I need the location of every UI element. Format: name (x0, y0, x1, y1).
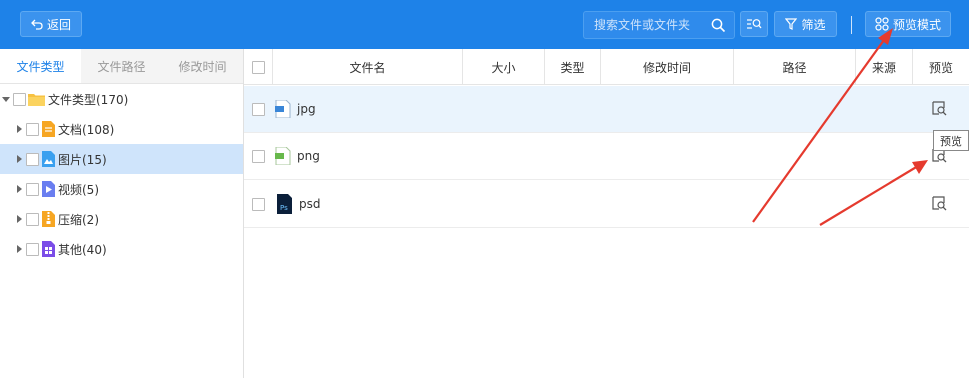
row-checkbox[interactable] (252, 197, 265, 211)
tree-item-images[interactable]: 图片(15) (0, 144, 243, 174)
tree-item-label: 文件类型(170) (48, 92, 129, 107)
column-header-path[interactable]: 路径 (734, 49, 856, 85)
tree-checkbox[interactable] (26, 212, 39, 226)
filter-icon (785, 18, 798, 30)
row-checkbox[interactable] (252, 149, 265, 163)
column-header-type[interactable]: 类型 (545, 49, 601, 85)
tab-file-type[interactable]: 文件类型 (0, 49, 81, 83)
image-icon (42, 151, 55, 167)
sidebar: 文件类型 文件路径 修改时间 文件类型(170) 文档(108) 图片(15) … (0, 49, 244, 378)
tree-item-documents[interactable]: 文档(108) (0, 114, 243, 144)
tree-item-videos[interactable]: 视频(5) (0, 174, 243, 204)
back-arrow-icon (31, 19, 43, 30)
search-icon[interactable] (711, 18, 726, 33)
tree-item-label: 压缩(2) (58, 212, 99, 227)
table-header: 文件名 大小 类型 修改时间 路径 来源 预览 (244, 49, 969, 85)
png-file-icon (275, 147, 291, 165)
tree-checkbox[interactable] (26, 182, 39, 196)
file-name: jpg (297, 102, 316, 116)
column-header-name[interactable]: 文件名 (273, 49, 463, 85)
tree-item-file-types[interactable]: 文件类型(170) (0, 84, 243, 114)
tree-checkbox[interactable] (26, 122, 39, 136)
tree-checkbox[interactable] (26, 242, 39, 256)
back-button-label: 返回 (46, 17, 71, 32)
column-header-modified[interactable]: 修改时间 (601, 49, 734, 85)
filter-button[interactable]: 筛选 (774, 11, 837, 37)
video-icon (42, 181, 55, 197)
expand-arrow-icon[interactable] (17, 155, 22, 163)
jpg-file-icon (275, 100, 291, 118)
tree-item-label: 视频(5) (58, 182, 99, 197)
sidebar-tabs: 文件类型 文件路径 修改时间 (0, 49, 243, 84)
expand-arrow-icon[interactable] (17, 245, 22, 253)
tree-item-label: 图片(15) (58, 152, 107, 167)
filter-button-label: 筛选 (801, 17, 826, 32)
column-header-size[interactable]: 大小 (463, 49, 545, 85)
file-name: png (297, 149, 320, 163)
file-name: psd (299, 197, 321, 211)
svg-text:Ps: Ps (280, 204, 288, 212)
app-window: 返回 筛选 (0, 0, 969, 378)
other-icon (42, 241, 55, 257)
table-row[interactable]: Ps psd (244, 181, 969, 228)
toolbar-divider (851, 16, 852, 34)
archive-icon (42, 211, 55, 227)
expand-arrow-icon[interactable] (17, 215, 22, 223)
table-row[interactable]: png (244, 133, 969, 180)
preview-mode-button[interactable]: 预览模式 (865, 11, 951, 37)
expand-arrow-icon[interactable] (17, 185, 22, 193)
search-box[interactable] (583, 11, 735, 39)
row-checkbox[interactable] (252, 102, 265, 116)
tree-item-label: 文档(108) (58, 122, 115, 137)
tree-item-archives[interactable]: 压缩(2) (0, 204, 243, 234)
grid-view-icon (875, 17, 889, 31)
tab-file-path[interactable]: 文件路径 (81, 49, 162, 83)
tree-checkbox[interactable] (26, 152, 39, 166)
tree-checkbox[interactable] (13, 92, 26, 106)
preview-icon[interactable] (932, 101, 947, 119)
tree-item-label: 其他(40) (58, 242, 107, 257)
preview-icon[interactable] (932, 196, 947, 214)
expand-arrow-icon[interactable] (17, 125, 22, 133)
preview-tooltip: 预览 (933, 130, 969, 151)
psd-file-icon: Ps (275, 194, 293, 214)
document-icon (42, 121, 55, 137)
tab-modified-time[interactable]: 修改时间 (162, 49, 243, 83)
table-row[interactable]: jpg (244, 86, 969, 133)
advanced-search-icon (747, 19, 762, 29)
tree-item-other[interactable]: 其他(40) (0, 234, 243, 264)
advanced-search-button[interactable] (740, 11, 768, 37)
select-all-checkbox[interactable] (251, 60, 265, 74)
column-header-preview[interactable]: 预览 (913, 49, 969, 85)
search-input[interactable] (594, 18, 710, 32)
toolbar: 返回 筛选 (0, 0, 969, 49)
select-all-cell (244, 49, 273, 85)
collapse-arrow-icon[interactable] (2, 96, 10, 102)
folder-icon (28, 92, 45, 106)
preview-mode-label: 预览模式 (892, 17, 941, 32)
back-button[interactable]: 返回 (20, 11, 82, 37)
column-header-source[interactable]: 来源 (856, 49, 913, 85)
